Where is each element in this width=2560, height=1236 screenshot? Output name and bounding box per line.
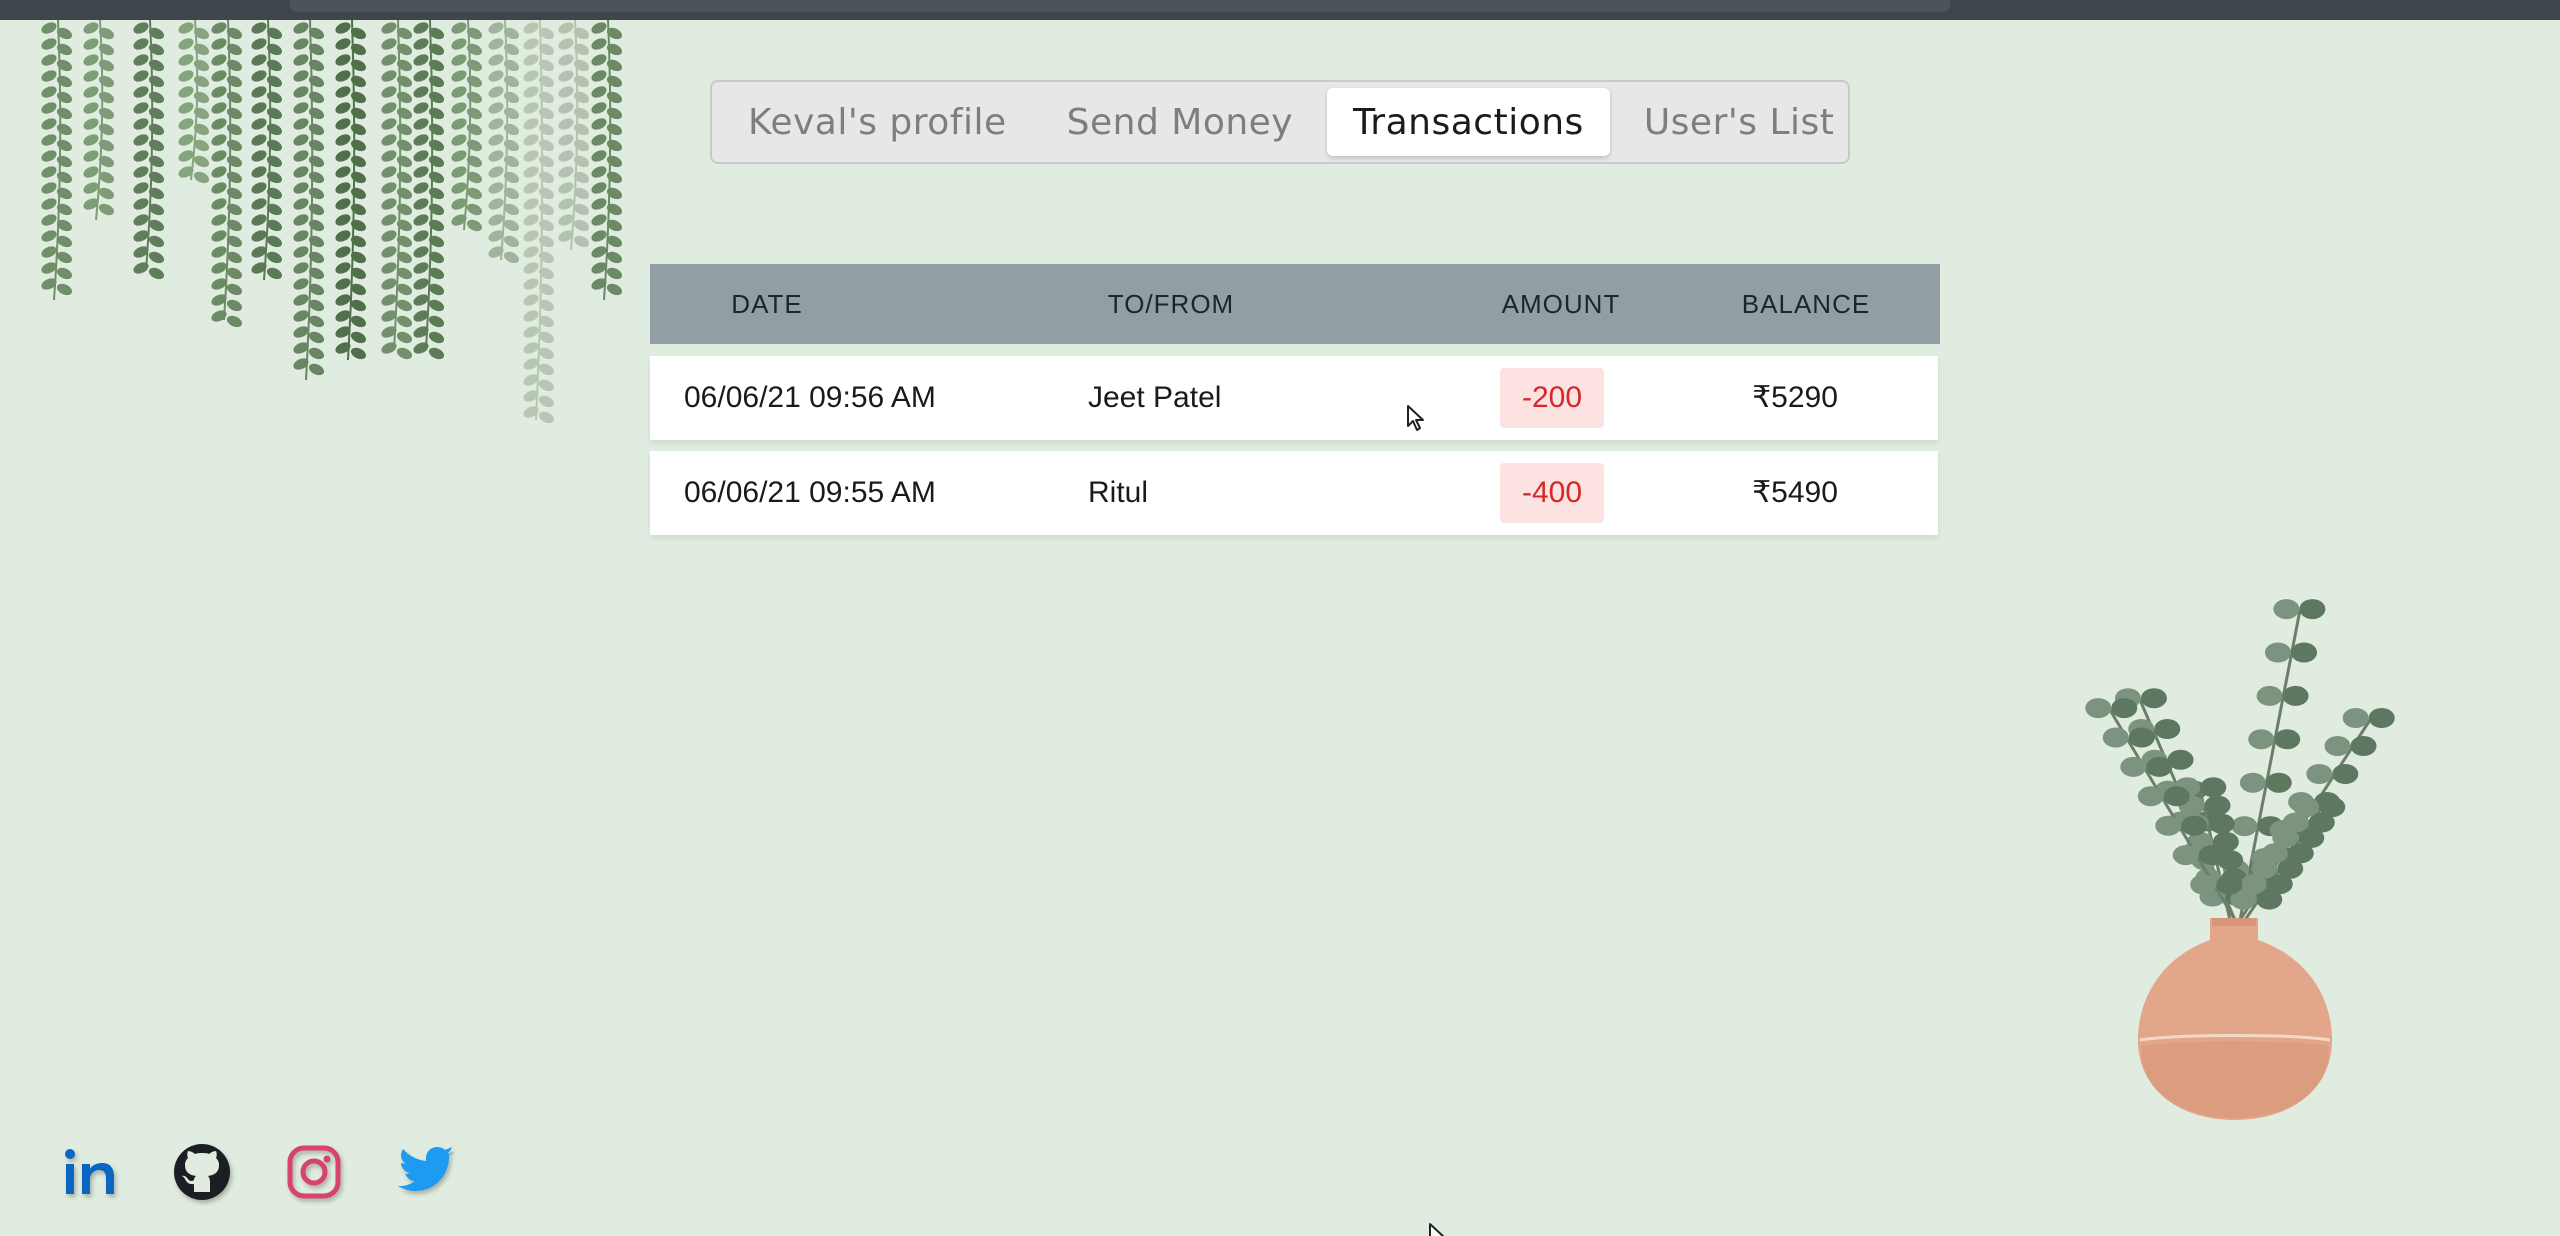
mouse-cursor-icon: [1407, 405, 1424, 431]
tab-transactions[interactable]: Transactions: [1327, 88, 1610, 156]
instagram-link[interactable]: [282, 1140, 346, 1204]
linkedin-link[interactable]: [58, 1140, 122, 1204]
tab-users-list[interactable]: User's List: [1618, 88, 1861, 156]
transaction-date: 06/06/21 09:56 AM: [684, 381, 936, 414]
table-row[interactable]: 06/06/21 09:55 AM Ritul -400 ₹5490: [650, 451, 1938, 535]
transaction-date: 06/06/21 09:55 AM: [684, 476, 936, 509]
table-row[interactable]: 06/06/21 09:56 AM Jeet Patel -200 ₹5290: [650, 356, 1938, 440]
github-icon: [174, 1144, 230, 1200]
twitter-link[interactable]: [394, 1140, 458, 1204]
transaction-counterparty: Ritul: [1088, 476, 1149, 509]
column-header-balance: BALANCE: [1741, 289, 1871, 319]
github-link[interactable]: [170, 1140, 234, 1204]
transaction-counterparty: Jeet Patel: [1088, 381, 1222, 414]
transactions-table-header: DATE TO/FROM AMOUNT BALANCE: [650, 264, 1940, 344]
transaction-balance: ₹5490: [1752, 476, 1838, 509]
tab-kevals-profile[interactable]: Keval's profile: [722, 88, 1033, 156]
tab-send-money[interactable]: Send Money: [1041, 88, 1319, 156]
column-header-amount: AMOUNT: [1501, 289, 1621, 319]
browser-top-bar: [0, 0, 2560, 20]
vase-plant-decoration: [2085, 599, 2395, 1120]
browser-tab-strip: [290, 0, 1950, 12]
instagram-icon: [287, 1145, 341, 1199]
transaction-amount: -200: [1500, 368, 1605, 428]
column-header-to-from: TO/FROM: [1107, 289, 1235, 319]
twitter-icon: [398, 1147, 454, 1191]
mouse-cursor-icon: [1429, 1223, 1445, 1236]
hanging-plants-decoration: [41, 20, 623, 424]
main-nav: Keval's profile Send Money Transactions …: [710, 80, 1850, 164]
column-header-date: DATE: [731, 289, 803, 319]
transaction-balance: ₹5290: [1752, 381, 1838, 414]
linkedin-icon: [65, 1149, 114, 1194]
social-links: [58, 1140, 458, 1204]
transaction-amount: -400: [1500, 463, 1605, 523]
